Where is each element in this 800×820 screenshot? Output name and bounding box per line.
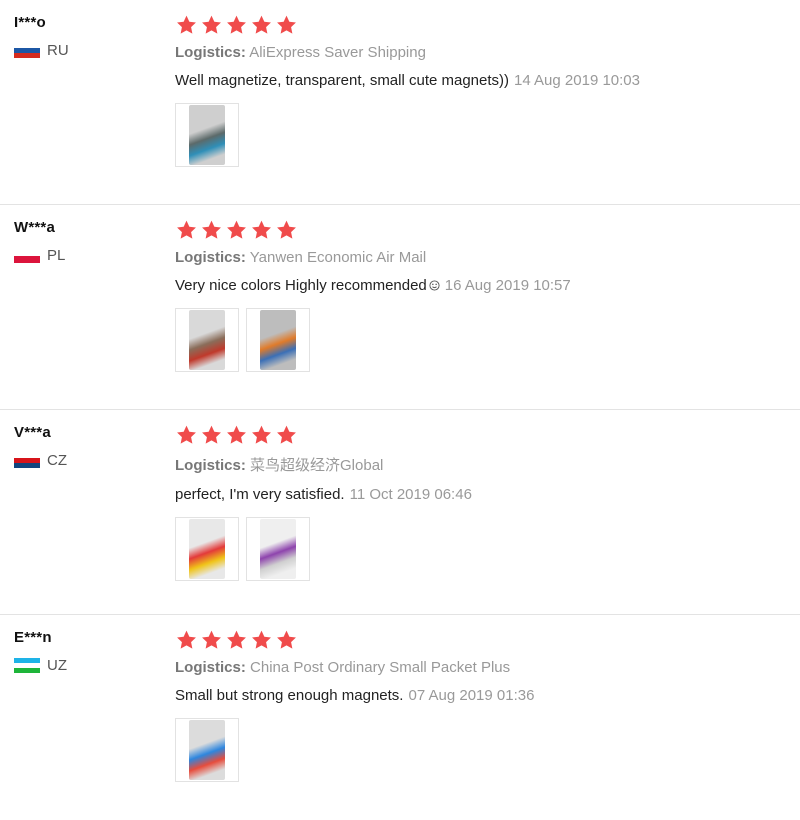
star-rating [175,424,790,446]
photo-thumbnail-icon [189,105,225,165]
review-content: Logistics: China Post Ordinary Small Pac… [175,629,790,782]
country-code: CZ [47,452,67,469]
star-icon [275,424,298,446]
review-text-row: Very nice colors Highly recommended 16 Au… [175,277,790,294]
star-icon [225,424,248,446]
review-date: 11 Oct 2019 06:46 [349,486,472,503]
star-icon [275,629,298,651]
reviewer-name: E***n [14,629,52,646]
reviewer-name: V***a [14,424,51,441]
review-photo[interactable] [175,308,239,372]
star-icon [175,14,198,36]
star-icon [175,219,198,241]
review-date: 14 Aug 2019 10:03 [514,72,640,89]
review-content: Logistics: AliExpress Saver Shipping Well… [175,14,790,167]
review-text: Well magnetize, transparent, small cute … [175,72,510,89]
review-photo[interactable] [175,718,239,782]
review-text: Small but strong enough magnets. [175,687,404,704]
review-list: I***o RU Logistics: AliExpress Saver Shipp… [0,0,800,820]
reviewer-country: CZ [14,452,164,469]
review-text-row: Small but strong enough magnets. 07 Aug 2… [175,687,790,704]
reviewer-name: I***o [14,14,46,31]
reviewer-info: E***n UZ [14,629,164,674]
star-icon [200,219,223,241]
star-icon [225,629,248,651]
logistics-label: Logistics: [175,44,246,61]
star-icon [275,14,298,36]
logistics-info: Logistics: China Post Ordinary Small Pac… [175,659,790,676]
review-photo[interactable] [246,517,310,581]
country-code: PL [47,247,66,264]
logistics-value: 菜鸟超级经济Global [250,457,384,474]
review-date: 07 Aug 2019 01:36 [408,687,535,704]
logistics-label: Logistics: [175,457,246,474]
star-icon [175,629,198,651]
country-flag-icon [14,43,40,58]
review-text-row: Well magnetize, transparent, small cute … [175,72,790,89]
review-text: Very nice colors Highly recommended [175,277,427,294]
review-item: V***a CZ Logistics: 菜鸟超级经济Global perfect, I… [0,410,800,615]
star-icon [250,219,273,241]
logistics-info: Logistics: Yanwen Economic Air Mail [175,249,790,266]
review-photos [175,517,790,581]
star-icon [200,424,223,446]
reviewer-info: V***a CZ [14,424,164,469]
star-icon [200,14,223,36]
photo-thumbnail-icon [189,720,225,780]
country-flag-icon [14,658,40,673]
logistics-label: Logistics: [175,659,246,676]
star-icon [225,14,248,36]
review-item: E***n UZ Logistics: China Post Ordinary Sm… [0,615,800,820]
reviewer-country: UZ [14,657,164,674]
star-icon [200,629,223,651]
star-icon [225,219,248,241]
review-photo[interactable] [175,517,239,581]
reviewer-info: I***o RU [14,14,164,59]
reviewer-country: PL [14,247,164,264]
review-text-row: perfect, I'm very satisfied. 11 Oct 2019 … [175,486,790,503]
star-rating [175,219,790,241]
review-item: W***a PL Logistics: Yanwen Economic Air Ma… [0,205,800,410]
star-rating [175,629,790,651]
country-flag-icon [14,248,40,263]
country-flag-icon [14,453,40,468]
review-photos [175,718,790,782]
logistics-value: AliExpress Saver Shipping [249,44,426,61]
review-text: perfect, I'm very satisfied. [175,486,345,503]
photo-thumbnail-icon [260,310,296,370]
country-code: RU [47,42,69,59]
photo-thumbnail-icon [189,310,225,370]
logistics-value: Yanwen Economic Air Mail [249,249,427,266]
review-date: 16 Aug 2019 10:57 [444,277,571,294]
review-item: I***o RU Logistics: AliExpress Saver Shipp… [0,0,800,205]
reviewer-name: W***a [14,219,56,236]
review-photos [175,103,790,167]
logistics-info: Logistics: AliExpress Saver Shipping [175,44,790,61]
star-icon [250,629,273,651]
review-content: Logistics: Yanwen Economic Air Mail Very … [175,219,790,372]
logistics-info: Logistics: 菜鸟超级经济Global [175,454,790,475]
review-content: Logistics: 菜鸟超级经济Global perfect, I'm very… [175,424,790,581]
review-photos [175,308,790,372]
country-code: UZ [47,657,67,674]
star-icon [250,14,273,36]
photo-thumbnail-icon [189,519,225,579]
star-icon [175,424,198,446]
smiley-emoji-icon [429,278,440,291]
logistics-value: China Post Ordinary Small Packet Plus [250,659,511,676]
logistics-label: Logistics: [175,249,246,266]
review-photo[interactable] [246,308,310,372]
reviewer-country: RU [14,42,164,59]
review-photo[interactable] [175,103,239,167]
photo-thumbnail-icon [260,519,296,579]
star-icon [250,424,273,446]
reviewer-info: W***a PL [14,219,164,264]
star-icon [275,219,298,241]
star-rating [175,14,790,36]
